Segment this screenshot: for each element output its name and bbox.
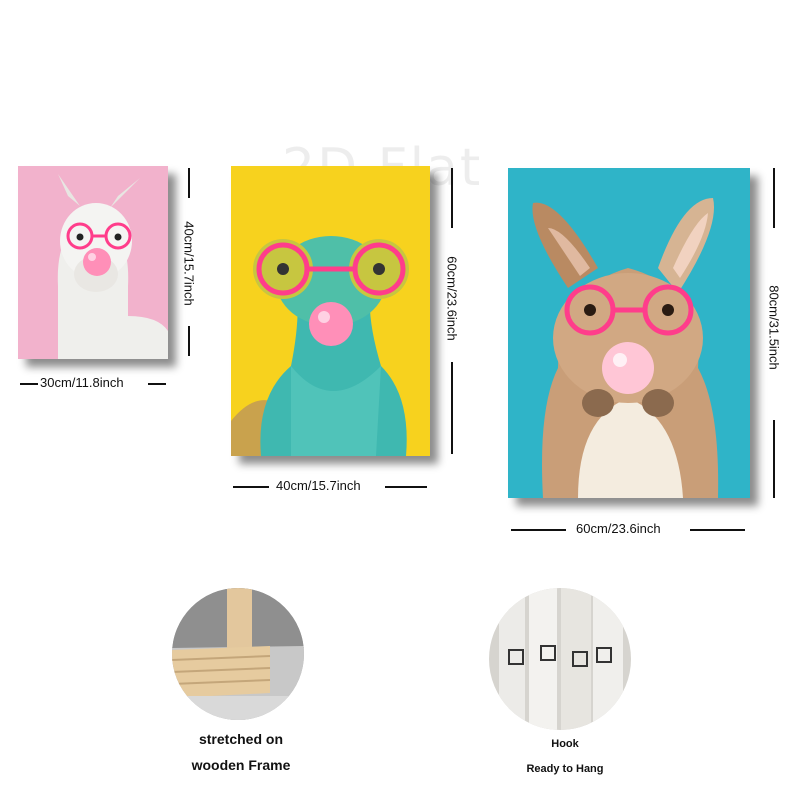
- width-dim-line-chameleon-left: [233, 486, 269, 488]
- height-dim-line-llama-bottom: [188, 326, 190, 356]
- width-dim-line-rabbit-right: [690, 529, 745, 531]
- chameleon-poster: [231, 166, 430, 456]
- wooden-frame-caption-line2: wooden Frame: [191, 757, 291, 773]
- height-dim-line-rabbit-top: [773, 168, 775, 228]
- height-dim-line-chameleon-top: [451, 168, 453, 228]
- width-dim-line-llama-left: [20, 383, 38, 385]
- width-dim-line-chameleon-right: [385, 486, 427, 488]
- height-dim-line-llama-top: [188, 168, 190, 198]
- height-label-llama: 40cm/15.7inch: [181, 221, 197, 306]
- hook-caption-line2: Ready to Hang: [526, 763, 604, 775]
- hook-caption-line1: Hook: [551, 738, 579, 750]
- height-dim-line-rabbit-bottom: [773, 420, 775, 498]
- height-dim-line-chameleon-bottom: [451, 362, 453, 454]
- rabbit-poster: [508, 168, 750, 498]
- width-label-rabbit: 60cm/23.6inch: [576, 521, 661, 536]
- height-label-rabbit: 80cm/31.5inch: [766, 285, 782, 370]
- wooden-frame-photo: [172, 588, 304, 720]
- llama-poster: [18, 166, 168, 359]
- width-label-chameleon: 40cm/15.7inch: [276, 478, 361, 493]
- height-label-chameleon: 60cm/23.6inch: [444, 256, 460, 341]
- hook-photo: [489, 588, 631, 730]
- width-dim-line-llama-right: [148, 383, 166, 385]
- wooden-frame-caption-line1: stretched on: [198, 731, 283, 747]
- width-label-llama: 30cm/11.8inch: [40, 375, 124, 390]
- width-dim-line-rabbit-left: [511, 529, 566, 531]
